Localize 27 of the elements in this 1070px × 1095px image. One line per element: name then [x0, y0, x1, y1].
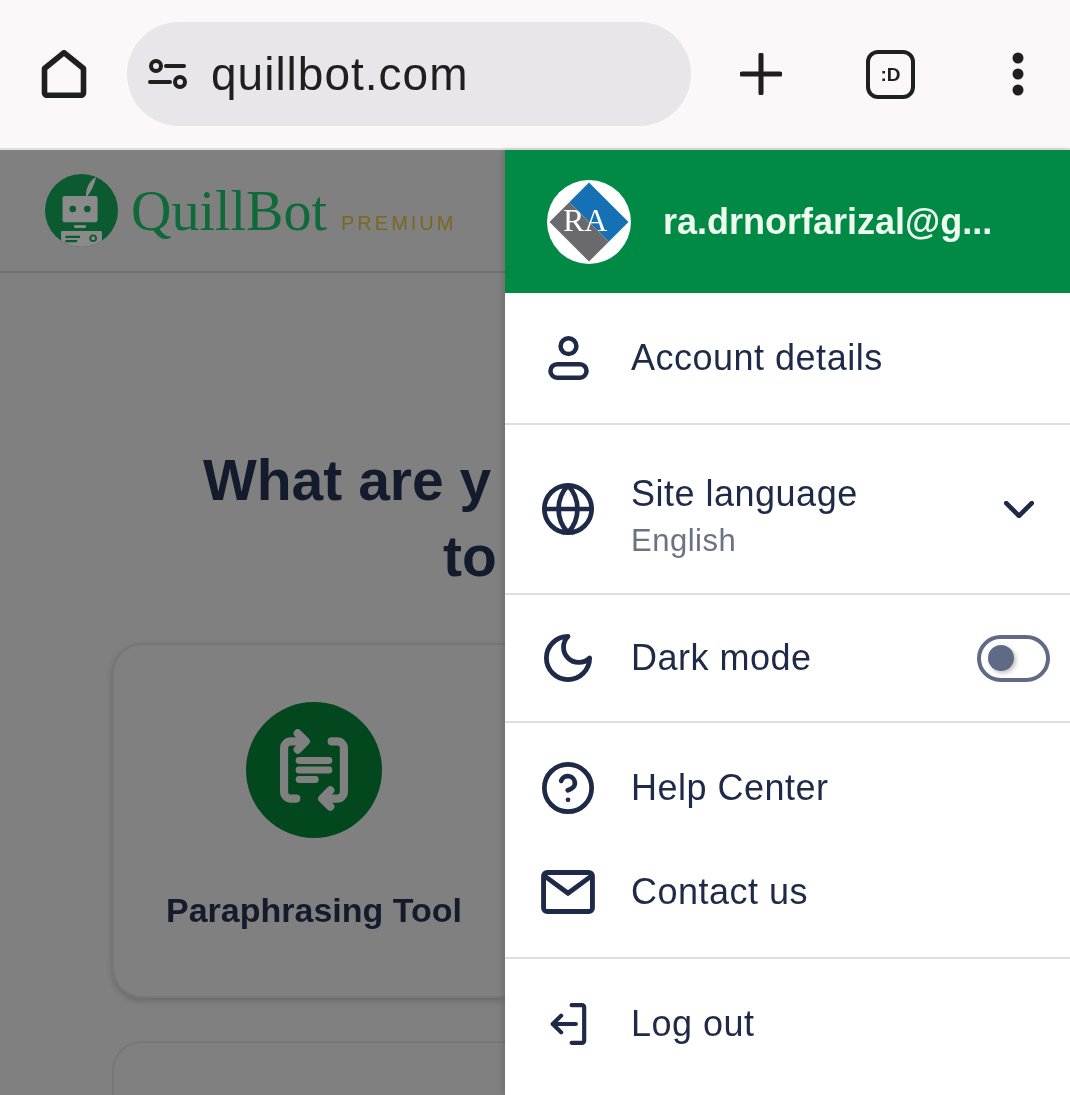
dropdown-value: English	[631, 522, 737, 560]
logo-wordmark: QuillBot	[131, 182, 328, 239]
paraphrase-icon	[246, 702, 382, 838]
premium-label: PREMIUM	[341, 212, 457, 233]
toggle-switch[interactable]	[977, 634, 1050, 682]
robot-logo-icon	[45, 174, 118, 247]
menu-item[interactable]: Help Center	[505, 736, 1070, 840]
home-icon	[40, 50, 88, 98]
moon-icon	[544, 634, 592, 682]
help-icon	[542, 762, 594, 814]
menu-item[interactable]: Account details	[505, 306, 1070, 410]
tool-card[interactable]: Paraphrasing Tool	[112, 643, 505, 998]
menu-item[interactable]: Log out	[505, 972, 1070, 1076]
address-bar[interactable]: quillbot.com	[127, 22, 691, 126]
mail-icon	[541, 870, 595, 914]
tab-switcher-button[interactable]: :D	[866, 49, 915, 99]
account-email: ra.drnorfarizal@g...	[663, 199, 993, 244]
language-dropdown[interactable]: Site language English	[505, 438, 1070, 580]
page-heading: What are y	[203, 447, 492, 514]
toggle-label: Dark mode	[631, 636, 812, 680]
page-heading: to	[443, 523, 497, 590]
site-settings-icon	[148, 59, 188, 89]
menu-item[interactable]: Contact us	[505, 840, 1070, 944]
plus-icon	[740, 53, 782, 95]
user-icon	[545, 336, 591, 380]
more-icon	[1012, 52, 1024, 96]
globe-icon	[542, 483, 594, 535]
